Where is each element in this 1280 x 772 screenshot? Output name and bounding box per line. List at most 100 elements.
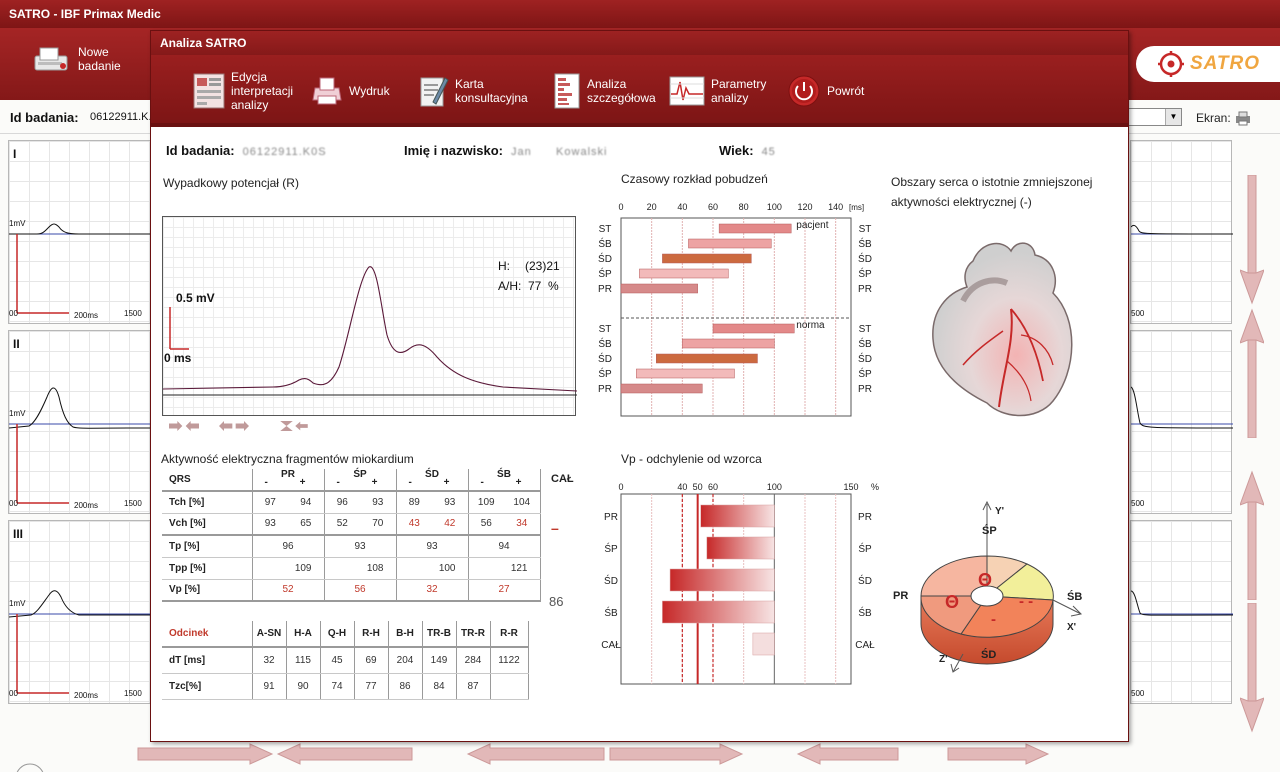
- table-cell: R-R: [490, 621, 529, 648]
- zoom-arrows-button[interactable]: [279, 419, 309, 433]
- print-button[interactable]: Wydruk: [311, 67, 390, 115]
- detail-analysis-button[interactable]: Analiza szczegółowa: [553, 67, 656, 115]
- table-cell: 27: [468, 579, 541, 602]
- lead-end-label: 1500: [124, 309, 142, 318]
- screen-printer-icon[interactable]: [1234, 110, 1252, 126]
- patient-bar: [688, 238, 772, 249]
- tick-label: 20: [647, 202, 657, 212]
- consult-card-button[interactable]: Karta konsultacyjna: [419, 67, 528, 115]
- scroll-down-arrow-2[interactable]: [1240, 603, 1264, 733]
- table-row: Tzc[%] 91 90 74 77 86 84 87: [162, 673, 529, 700]
- detail-analysis-icon: [554, 73, 580, 109]
- row-label-left: PR: [598, 284, 612, 295]
- lead-origin-label: 00: [9, 309, 18, 318]
- patient-bar: [620, 283, 698, 294]
- patient-age-label: Wiek:: [719, 143, 754, 158]
- tick-label: 80: [739, 202, 749, 212]
- new-exam-button[interactable]: Nowe badanie: [32, 42, 121, 76]
- right-lead-panel-1[interactable]: 500: [1130, 140, 1233, 324]
- norm-bar: [636, 368, 735, 379]
- group-header-sb: ŚB - +: [468, 469, 541, 492]
- shift-right-left-button[interactable]: [169, 419, 199, 433]
- lead-panel-1[interactable]: I 1mV 00 200ms 1500: [8, 140, 152, 324]
- table-cell: 109: [252, 557, 325, 580]
- table-cell: 69: [354, 647, 389, 674]
- ah-value: 77 %: [528, 279, 559, 293]
- analysis-parameters-button[interactable]: Parametry analizy: [669, 67, 766, 115]
- h-label: H:: [498, 259, 510, 273]
- back-label: Powrót: [827, 84, 865, 98]
- norm-bar: [656, 353, 758, 364]
- tick-label: 40: [677, 202, 687, 212]
- unit-label: %: [871, 482, 879, 492]
- table-cell: 149: [422, 647, 457, 674]
- lead-mv-label: 1mV: [9, 599, 26, 608]
- shift-left-right-button[interactable]: [219, 419, 249, 433]
- table-cell: 45: [320, 647, 355, 674]
- table-cell: 89: [396, 491, 432, 514]
- table-row: Tp [%] 96 93 93 94: [162, 535, 541, 558]
- table-row: Tpp [%] 109 108 100 121: [162, 557, 541, 580]
- table-cell: 1122: [490, 647, 529, 674]
- tch-label: Tch [%]: [162, 491, 253, 514]
- vp-bar: [700, 504, 775, 528]
- lead-panel-2[interactable]: II 1mV 00 200ms 1500: [8, 330, 152, 514]
- sector-mark-sd: -: [991, 611, 996, 628]
- table-cell: 52: [252, 579, 325, 602]
- right-lead-label: 500: [1131, 499, 1145, 508]
- lead-waveform: [9, 387, 152, 504]
- right-lead-panel-2[interactable]: 500: [1130, 330, 1233, 514]
- tick-label: 100: [767, 482, 782, 492]
- new-exam-icon: [34, 47, 68, 71]
- right-lead-panel-3[interactable]: 500: [1130, 520, 1233, 704]
- table-cell: 93: [432, 491, 469, 514]
- unit-label: [ms]: [849, 203, 864, 212]
- patient-name-label: Imię i nazwisko:: [404, 143, 503, 158]
- table-cell: 100: [396, 557, 469, 580]
- screen-select[interactable]: ▼: [1128, 108, 1182, 126]
- norm-bar: [712, 323, 795, 334]
- minus-label: -: [480, 477, 484, 488]
- bottom-navigation-arrows[interactable]: [0, 742, 1280, 772]
- table-row: Vch [%] 93 65 52 70 43 42 56 34: [162, 513, 541, 536]
- lead-waveform: [9, 223, 152, 314]
- sector-label-sp: ŚP: [982, 524, 997, 537]
- table-cell: 86: [388, 673, 423, 700]
- satro-analysis-dialog: Analiza SATRO Edycja interpretacji anali…: [150, 30, 1129, 742]
- patient-id-field: Id badania: 06122911.K0S: [166, 143, 327, 158]
- consult-card-label: Karta konsultacyjna: [455, 77, 528, 105]
- dialog-toolbar: Edycja interpretacji analizy Wydruk Kart…: [151, 55, 1128, 127]
- satro-logo-icon: [1157, 51, 1184, 77]
- vp-bar: [662, 600, 775, 624]
- row-label-right: ŚD: [858, 252, 872, 265]
- plus-label: +: [515, 477, 522, 488]
- parameters-icon: [669, 76, 705, 106]
- table-cell: 56: [324, 579, 397, 602]
- table-cell: 52: [324, 513, 360, 536]
- lead-end-label: 1500: [124, 499, 142, 508]
- right-lead-waveform: [1131, 224, 1233, 235]
- tick-label: 0: [618, 482, 623, 492]
- exam-id-label: Id badania:: [10, 110, 79, 125]
- back-button[interactable]: Powrót: [787, 67, 864, 115]
- scroll-up-arrow-1[interactable]: [1240, 308, 1264, 438]
- row-label-left: PR: [598, 384, 612, 395]
- time-dist-svg: 0 20 40 60 80 100 120 140 [ms] ST ST ST ST ŚB ŚB ŚB ŚB ŚD…: [598, 202, 872, 417]
- lead-panel-3[interactable]: III 1mV 00 200ms 1500: [8, 520, 152, 704]
- tick-label: 150: [843, 482, 858, 492]
- dialog-title: Analiza SATRO: [151, 31, 1128, 55]
- table-cell: 284: [456, 647, 491, 674]
- scroll-down-arrow-1[interactable]: [1240, 175, 1264, 305]
- edit-interpretation-icon: [193, 73, 225, 109]
- patient-bar: [718, 223, 792, 234]
- potential-waveform: [163, 266, 577, 396]
- scroll-up-arrow-2[interactable]: [1240, 470, 1264, 600]
- group-header-sd: ŚD - +: [396, 469, 469, 492]
- table-cell: 93: [324, 535, 397, 558]
- minus-label: -: [408, 477, 412, 488]
- potential-title: Wypadkowy potencjał (R): [163, 176, 299, 190]
- table-cell: 104: [504, 491, 541, 514]
- patient-age-field: Wiek: 45: [719, 143, 776, 158]
- edit-interpretation-button[interactable]: Edycja interpretacji analizy: [193, 67, 293, 115]
- table-cell: 108: [324, 557, 397, 580]
